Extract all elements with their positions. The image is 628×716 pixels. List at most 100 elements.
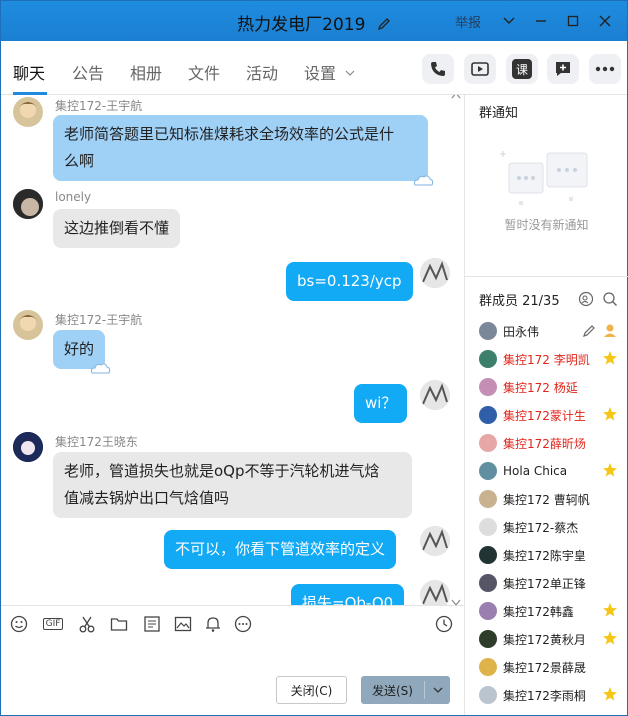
course-icon-label: 课: [515, 62, 528, 77]
close-button[interactable]: 关闭(C): [276, 676, 347, 704]
message-bubble-self[interactable]: bs=0.123/ycp: [286, 262, 413, 301]
message-line: 损失=Qb-Q0: [302, 594, 394, 605]
more-icon: [595, 66, 615, 72]
message-bubble-self[interactable]: 损失=Qb-Q0: [291, 584, 405, 605]
member-avatar: [479, 658, 497, 676]
admin-star-icon: [603, 687, 617, 701]
member-item[interactable]: Hola Chica: [479, 460, 624, 482]
new-chat-button[interactable]: [547, 54, 579, 84]
close-icon[interactable]: [589, 11, 621, 31]
member-name: 田永伟: [503, 324, 540, 339]
sender-name: 集控172-王宇航: [55, 313, 143, 327]
avatar[interactable]: [13, 310, 43, 340]
edit-card-icon[interactable]: [582, 324, 596, 338]
tab-settings[interactable]: 设置: [304, 60, 355, 84]
chat-message-area[interactable]: 集控172-王宇航 老师简答题里已知标准煤耗求全场效率的公式是什 么啊 lone…: [1, 95, 464, 605]
member-item[interactable]: 集控172 杨延: [479, 376, 624, 398]
member-item[interactable]: 集控172 曹轲帆: [479, 488, 624, 510]
more-options-button[interactable]: [589, 54, 621, 84]
doc-icon[interactable]: [143, 615, 161, 633]
member-name: 集控172 李明凯: [503, 352, 590, 367]
message-bubble-self[interactable]: wi？: [354, 384, 408, 423]
self-avatar[interactable]: [420, 380, 450, 410]
member-item[interactable]: 集控172薛昕炀: [479, 432, 624, 454]
phone-icon: [431, 62, 445, 76]
folder-icon[interactable]: [110, 615, 128, 633]
tab-activity[interactable]: 活动: [246, 60, 278, 84]
minimize-icon[interactable]: [525, 11, 557, 31]
message-line: 这边推倒看不懂: [64, 219, 170, 237]
member-item[interactable]: 集控172蒙计生: [479, 404, 624, 426]
edit-title-icon[interactable]: [377, 17, 391, 31]
phone-call-button[interactable]: [422, 54, 454, 84]
member-item[interactable]: 集控172单正锋: [479, 572, 624, 594]
video-call-button[interactable]: [464, 54, 496, 84]
report-link[interactable]: 举报: [455, 12, 481, 31]
self-avatar[interactable]: [420, 580, 450, 605]
message-input[interactable]: [1, 641, 464, 671]
member-avatar: [479, 574, 497, 592]
dropdown-chevron-icon[interactable]: [493, 11, 525, 31]
tab-announcement[interactable]: 公告: [72, 60, 104, 84]
send-options-chevron-icon[interactable]: [425, 687, 450, 694]
message-bubble[interactable]: 好的: [53, 330, 111, 374]
tab-chat[interactable]: 聊天: [13, 60, 45, 84]
more-circle-icon[interactable]: [234, 615, 252, 633]
input-toolbar: GIF: [1, 605, 464, 641]
member-name: 集控172韩鑫: [503, 604, 574, 619]
member-item[interactable]: 集控172陈宇皇: [479, 544, 624, 566]
bell-icon[interactable]: [204, 615, 222, 633]
member-avatar: [479, 322, 497, 340]
member-name: 集控172 杨延: [503, 380, 578, 395]
send-button[interactable]: 发送(S): [361, 676, 450, 704]
member-item[interactable]: 集控172 李明凯: [479, 348, 624, 370]
member-avatar: [479, 546, 497, 564]
chevron-down-icon: [345, 70, 355, 76]
message-bubble[interactable]: 老师，管道损失也就是oQp不等于汽轮机进气焓 值减去锅炉出口气焓值吗: [53, 452, 412, 518]
member-avatar: [479, 490, 497, 508]
tab-files[interactable]: 文件: [188, 60, 220, 84]
member-name: 集控172蒙计生: [503, 408, 586, 423]
member-avatar: [479, 686, 497, 704]
message-bubble-self[interactable]: 不可以，你看下管道效率的定义: [164, 530, 397, 569]
self-avatar[interactable]: [420, 526, 450, 556]
emoji-icon[interactable]: [10, 615, 28, 633]
admin-star-icon: [603, 463, 617, 477]
member-item[interactable]: 田永伟: [479, 320, 624, 342]
send-button-label: 发送(S): [372, 683, 413, 698]
member-item[interactable]: 集控172-蔡杰: [479, 516, 624, 538]
member-name: 集控172陈宇皇: [503, 548, 586, 563]
scissors-icon[interactable]: [78, 615, 96, 633]
member-name: 集控172景薛晟: [503, 660, 586, 675]
image-icon[interactable]: [174, 615, 192, 633]
tab-settings-label: 设置: [304, 64, 337, 83]
course-button[interactable]: 课: [506, 54, 538, 84]
scroll-up-icon[interactable]: [451, 95, 461, 102]
member-avatar: [479, 518, 497, 536]
avatar[interactable]: [13, 432, 43, 462]
cloud-bubble-decoration-icon: [90, 363, 111, 374]
no-notice-text: 暂时没有新通知: [504, 218, 589, 232]
member-avatar: [479, 350, 497, 368]
message-line: bs=0.123/ycp: [297, 272, 402, 290]
sender-name: lonely: [55, 190, 92, 204]
message-bubble[interactable]: 这边推倒看不懂: [53, 209, 181, 248]
message-bubble[interactable]: 老师简答题里已知标准煤耗求全场效率的公式是什 么啊: [53, 115, 434, 186]
gif-icon[interactable]: GIF: [41, 615, 65, 633]
tab-album[interactable]: 相册: [130, 60, 162, 84]
history-clock-icon[interactable]: [435, 615, 453, 633]
member-item[interactable]: 集控172景薛晟: [479, 656, 624, 678]
member-item[interactable]: 集控172黄秋月: [479, 628, 624, 650]
member-item[interactable]: 集控172韩鑫: [479, 600, 624, 622]
message-line: 好的: [64, 340, 95, 358]
scroll-down-icon[interactable]: [451, 592, 461, 605]
member-avatar: [479, 462, 497, 480]
member-item[interactable]: 集控172李雨桐: [479, 684, 624, 706]
search-icon[interactable]: [602, 291, 618, 307]
add-member-icon[interactable]: [578, 291, 594, 307]
avatar[interactable]: [13, 189, 43, 219]
self-avatar[interactable]: [420, 258, 450, 288]
avatar[interactable]: [13, 97, 43, 127]
chat-add-icon: [556, 62, 570, 76]
maximize-icon[interactable]: [557, 11, 589, 31]
